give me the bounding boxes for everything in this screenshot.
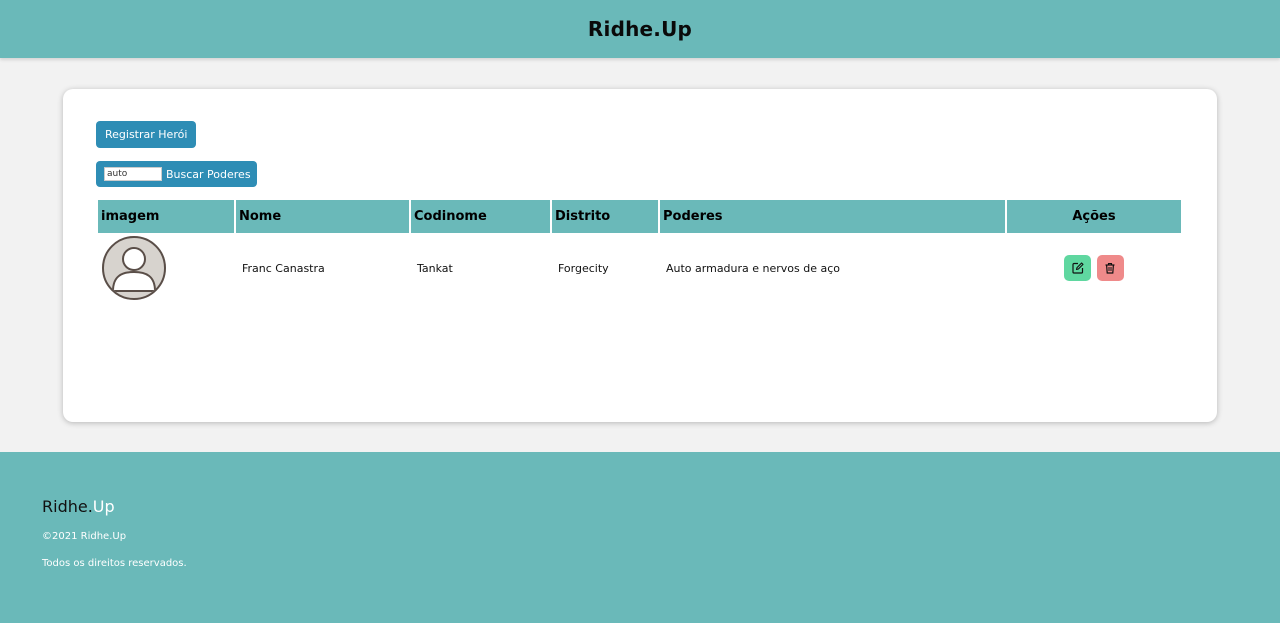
cell-district: Forgecity <box>558 261 609 275</box>
search-input[interactable] <box>104 167 162 181</box>
search-powers-box: Buscar Poderes <box>96 161 257 187</box>
register-hero-button[interactable]: Registrar Herói <box>96 121 197 148</box>
cell-powers: Auto armadura e nervos de aço <box>666 261 841 275</box>
edit-button[interactable] <box>1064 255 1092 281</box>
page-title: Ridhe.Up <box>587 17 693 41</box>
table-header-row: imagem Nome Codinome Distrito Poderes Aç… <box>98 200 1181 233</box>
trash-icon <box>1105 263 1115 274</box>
column-header-powers: Poderes <box>660 200 1005 233</box>
search-powers-button[interactable]: Buscar Poderes <box>166 168 251 181</box>
footer-brand-part-a: Ridhe. <box>42 497 93 516</box>
footer-rights: Todos os direitos reservados. <box>42 558 187 569</box>
site-footer: Ridhe.Up ©2021 Ridhe.Up Todos os direito… <box>0 452 1280 623</box>
cell-actions <box>1007 233 1181 303</box>
column-header-district: Distrito <box>552 200 658 233</box>
heroes-card: Registrar Herói Buscar Poderes imagem No… <box>63 89 1217 422</box>
footer-copyright: ©2021 Ridhe.Up <box>42 531 127 542</box>
column-header-image: imagem <box>98 200 234 233</box>
table-row: Franc Canastra Tankat Forgecity Auto arm… <box>98 233 1181 303</box>
column-header-codename: Codinome <box>411 200 550 233</box>
column-header-name: Nome <box>236 200 409 233</box>
column-header-actions: Ações <box>1007 200 1181 233</box>
cell-name: Franc Canastra <box>242 261 325 275</box>
cell-image <box>98 233 234 303</box>
edit-icon <box>1072 262 1084 274</box>
heroes-table: imagem Nome Codinome Distrito Poderes Aç… <box>96 200 1183 303</box>
delete-button[interactable] <box>1096 255 1124 281</box>
footer-brand: Ridhe.Up <box>42 497 115 516</box>
cell-codename: Tankat <box>417 261 453 275</box>
top-header: Ridhe.Up <box>0 0 1280 58</box>
user-avatar-icon <box>102 236 166 300</box>
footer-brand-part-b: Up <box>92 497 115 516</box>
